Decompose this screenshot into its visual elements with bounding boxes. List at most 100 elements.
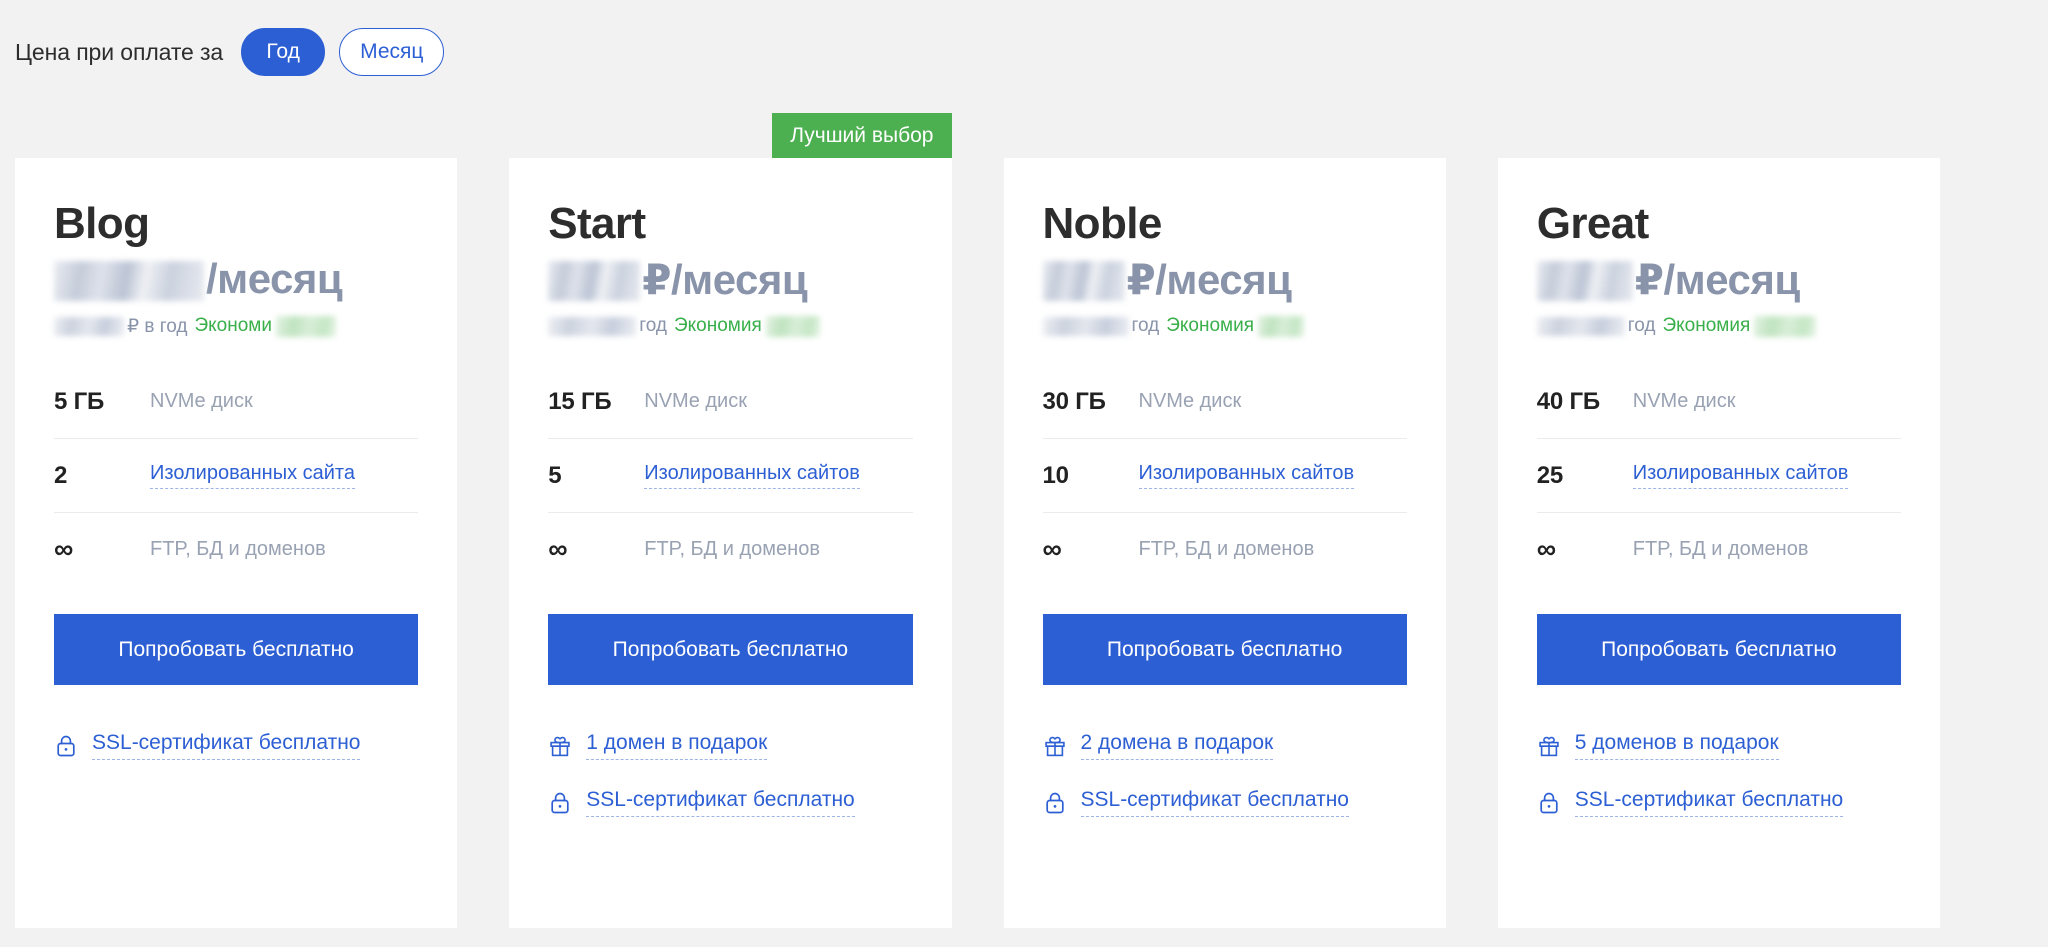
spec-label: NVMe диск	[1632, 390, 1736, 413]
savings-label: Экономия	[1166, 315, 1255, 337]
spec-quantity: 15 ГБ	[548, 387, 612, 415]
plan-price-row: ₽/месяц	[548, 255, 912, 307]
try-free-button[interactable]: Попробовать бесплатно	[548, 614, 913, 686]
bonus-link-gift[interactable]: 1 домен в подарок	[548, 717, 912, 774]
plan-price-row: ₽/месяц	[1042, 255, 1407, 307]
pricing-card-blog: Blog/месяц ₽ в год Экономи 5 ГБ NVMe диск 2 Из…	[15, 158, 458, 928]
lock-icon	[1043, 790, 1067, 816]
savings-label: Экономи	[194, 315, 272, 337]
spec-row: ∞ FTP, БД и доменов	[1043, 513, 1407, 586]
pricing-card-list: Blog/месяц ₽ в год Экономи 5 ГБ NVMe диск 2 Из…	[15, 113, 1940, 928]
spec-row: 15 ГБ NVMe диск	[548, 365, 913, 440]
price-unit: /месяц	[206, 255, 343, 303]
yearly-price-redacted	[1042, 316, 1129, 336]
savings-value-redacted	[765, 315, 820, 337]
gift-icon	[1537, 733, 1561, 759]
gift-icon	[548, 733, 572, 759]
bonus-link-gift[interactable]: 5 доменов в подарок	[1537, 717, 1901, 774]
lock-icon	[548, 790, 572, 816]
plan-price-row: /месяц	[54, 255, 418, 307]
bonus-link-lock[interactable]: SSL-сертификат бесплатно	[1043, 774, 1407, 831]
spec-row: 40 ГБ NVMe диск	[1536, 365, 1901, 440]
spec-quantity: ∞	[1536, 534, 1556, 565]
billing-option-year[interactable]: Год	[241, 28, 326, 76]
spec-quantity: 5	[548, 461, 562, 489]
savings-label: Экономия	[674, 315, 762, 337]
plan-spec-list: 15 ГБ NVMe диск 5 Изолированных сайтов ∞ FTP,…	[548, 365, 913, 586]
yearly-price-suffix: год	[639, 315, 667, 337]
spec-label-link[interactable]: Изолированных сайтов	[1138, 462, 1355, 490]
spec-label-link[interactable]: Изолированных сайта	[150, 462, 355, 490]
spec-quantity: 10	[1042, 461, 1069, 489]
spec-quantity: ∞	[1042, 534, 1062, 565]
spec-row: 5 ГБ NVMe диск	[54, 365, 419, 440]
spec-label: FTP, БД и доменов	[644, 538, 820, 561]
pricing-card-noble: Noble ₽/месяц год Экономия 30 ГБ NVMe диск 10 И…	[1003, 158, 1446, 928]
spec-quantity: 30 ГБ	[1042, 387, 1106, 415]
plan-spec-list: 5 ГБ NVMe диск 2 Изолированных сайта ∞ FTP, Б…	[54, 365, 419, 586]
try-free-button[interactable]: Попробовать бесплатно	[54, 614, 419, 686]
spec-quantity: 5 ГБ	[54, 387, 105, 415]
spec-quantity: 2	[54, 461, 68, 489]
try-free-button[interactable]: Попробовать бесплатно	[1042, 614, 1407, 686]
price-unit: ₽/месяц	[642, 256, 808, 304]
price-value-redacted	[1042, 261, 1125, 302]
spec-row: 30 ГБ NVMe диск	[1042, 365, 1407, 440]
bonus-link-lock[interactable]: SSL-сертификат бесплатно	[54, 717, 418, 774]
plan-bonus-list: 2 домена в подарок SSL-сертификат бесплат…	[1043, 717, 1407, 831]
plan-yearly-row: ₽ в год Экономи	[54, 313, 418, 339]
price-value-redacted	[54, 261, 204, 302]
try-free-button[interactable]: Попробовать бесплатно	[1536, 614, 1901, 686]
bonus-label: 1 домен в подарок	[586, 731, 768, 761]
spec-row: 25 Изолированных сайтов	[1536, 439, 1901, 514]
savings-value-redacted	[275, 315, 336, 337]
savings-value-redacted	[1258, 315, 1305, 337]
bonus-label: SSL-сертификат бесплатно	[1574, 788, 1844, 818]
bonus-label: SSL-сертификат бесплатно	[92, 731, 361, 761]
plan-title: Noble	[1042, 199, 1163, 248]
bonus-label: SSL-сертификат бесплатно	[1080, 788, 1349, 818]
spec-quantity: ∞	[54, 534, 74, 565]
lock-icon	[1537, 790, 1561, 816]
price-value-redacted	[1536, 261, 1633, 302]
price-unit: ₽/месяц	[1634, 256, 1800, 304]
spec-label-link[interactable]: Изолированных сайтов	[1632, 462, 1849, 490]
gift-icon	[1043, 733, 1067, 759]
bonus-link-lock[interactable]: SSL-сертификат бесплатно	[548, 774, 912, 831]
lock-icon	[54, 733, 78, 759]
billing-period-selector: Цена при оплате за Год Месяц	[15, 23, 445, 81]
plan-spec-list: 30 ГБ NVMe диск 10 Изолированных сайтов ∞ FTP…	[1042, 365, 1407, 586]
plan-bonus-list: SSL-сертификат бесплатно	[54, 717, 418, 774]
savings-label: Экономия	[1662, 315, 1751, 337]
pricing-card-start: Лучший выбор Start ₽/месяц год Экономия 15 ГБ…	[509, 113, 952, 928]
bonus-link-lock[interactable]: SSL-сертификат бесплатно	[1537, 774, 1901, 831]
plan-spec-list: 40 ГБ NVMe диск 25 Изолированных сайтов ∞ FTP…	[1536, 365, 1901, 586]
yearly-price-redacted	[54, 316, 124, 336]
bonus-link-gift[interactable]: 2 домена в подарок	[1043, 717, 1407, 774]
plan-price-row: ₽/месяц	[1536, 255, 1901, 307]
plan-title: Blog	[54, 199, 150, 248]
spec-quantity: 25	[1536, 461, 1564, 489]
billing-option-month[interactable]: Месяц	[339, 28, 445, 76]
best-choice-badge: Лучший выбор	[772, 113, 952, 158]
pricing-card-great: Great ₽/месяц год Экономия 40 ГБ NVMe диск 25 И…	[1497, 158, 1940, 928]
yearly-price-suffix: год	[1627, 315, 1656, 337]
price-value-redacted	[548, 261, 641, 302]
spec-row: ∞ FTP, БД и доменов	[548, 513, 912, 586]
yearly-price-suffix: год	[1131, 315, 1160, 337]
spec-row: ∞ FTP, БД и доменов	[1537, 513, 1901, 586]
plan-yearly-row: год Экономия	[1042, 313, 1407, 339]
plan-yearly-row: год Экономия	[548, 313, 912, 339]
yearly-price-redacted	[548, 316, 637, 336]
price-unit: ₽/месяц	[1126, 256, 1292, 304]
plan-yearly-row: год Экономия	[1536, 313, 1901, 339]
plan-bonus-list: 5 доменов в подарок SSL-сертификат беспла…	[1537, 717, 1901, 831]
spec-quantity: ∞	[548, 534, 568, 565]
spec-label-link[interactable]: Изолированных сайтов	[644, 462, 860, 490]
billing-period-label: Цена при оплате за	[15, 38, 224, 65]
spec-label: FTP, БД и доменов	[1632, 538, 1809, 561]
spec-label: FTP, БД и доменов	[150, 538, 326, 561]
savings-value-redacted	[1754, 315, 1817, 337]
bonus-label: 2 домена в подарок	[1080, 731, 1274, 761]
spec-row: ∞ FTP, БД и доменов	[54, 513, 418, 586]
